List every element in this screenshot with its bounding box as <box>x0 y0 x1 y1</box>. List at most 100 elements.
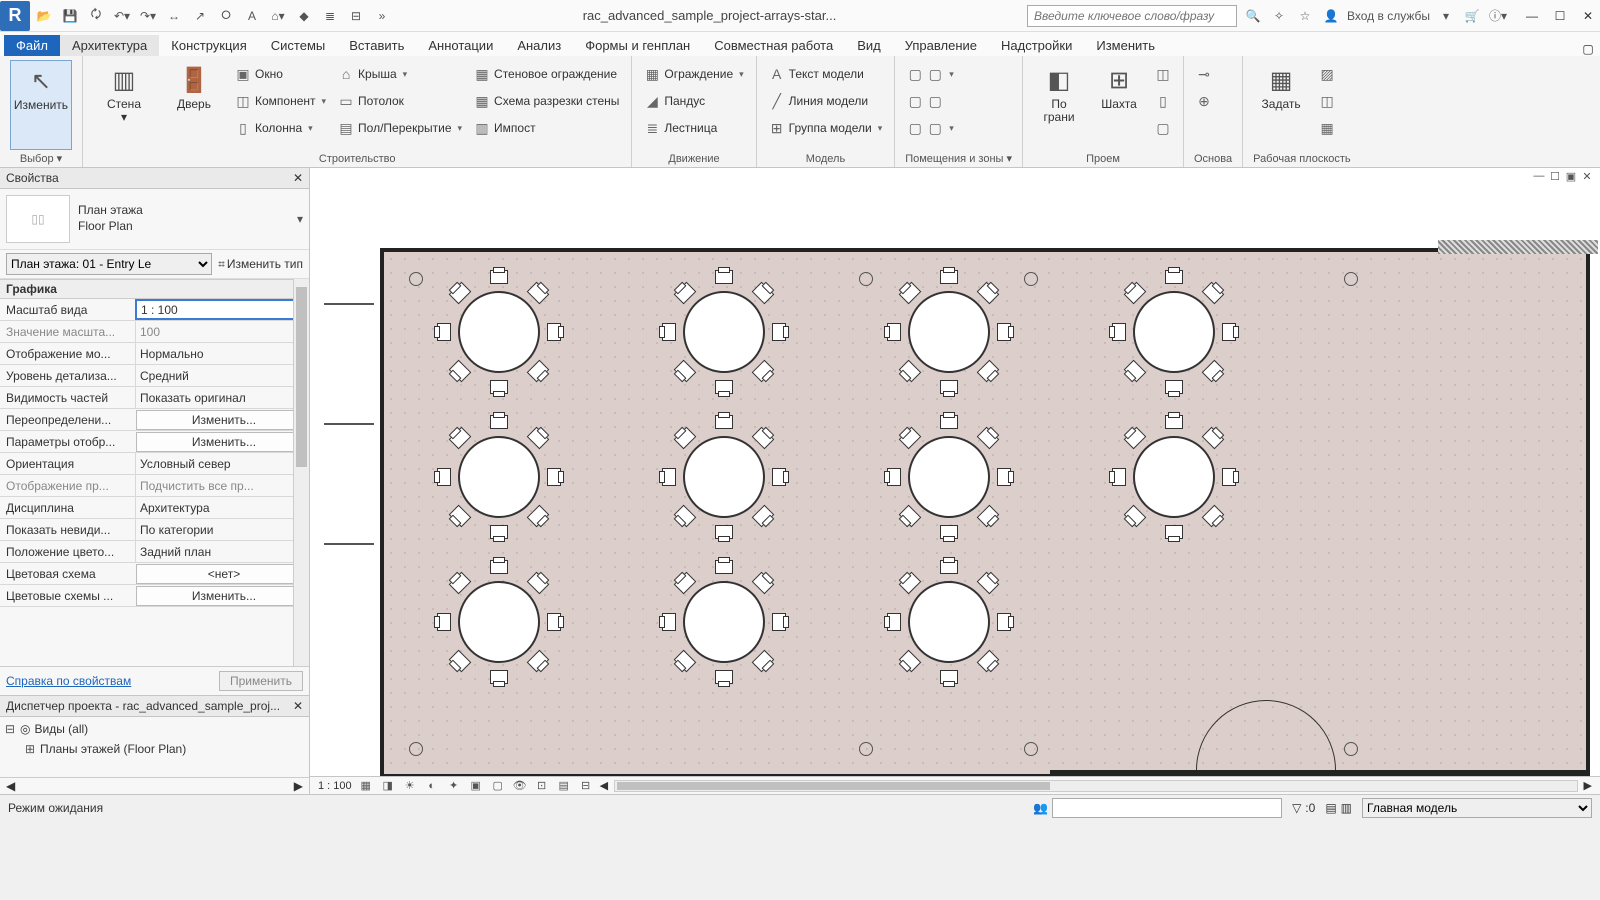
text-icon[interactable]: A <box>242 6 262 26</box>
dormer-button[interactable]: ▢ <box>1153 116 1173 140</box>
byface-button[interactable]: ◧По грани <box>1033 60 1085 151</box>
model-line-button[interactable]: ╱Линия модели <box>767 89 885 113</box>
edit-type-button[interactable]: ⌗Изменить тип <box>218 257 303 272</box>
tree-row-views[interactable]: ⊟◎Виды (all) <box>4 719 305 739</box>
tab-view[interactable]: Вид <box>845 35 893 56</box>
dimension-icon[interactable]: ⭘ <box>216 6 236 26</box>
instance-select[interactable]: План этажа: 01 - Entry Le <box>6 253 212 275</box>
editable-icon[interactable]: ▤ <box>1325 801 1336 815</box>
maximize-button[interactable]: ☐ <box>1548 5 1572 27</box>
area-button[interactable]: ▢▢ <box>905 89 956 113</box>
tab-architecture[interactable]: Архитектура <box>60 35 159 56</box>
door-button[interactable]: 🚪Дверь <box>163 60 225 151</box>
redo-icon[interactable]: ↷▾ <box>138 6 158 26</box>
wall-opening-button[interactable]: ◫ <box>1153 62 1173 86</box>
open-icon[interactable]: 📂 <box>34 6 54 26</box>
editable2-icon[interactable]: ▥ <box>1341 801 1352 815</box>
view-max-icon[interactable]: ☐ <box>1548 170 1562 184</box>
browser-right-icon[interactable]: ▶ <box>294 779 303 793</box>
filter-input[interactable] <box>1052 798 1282 818</box>
ref-plane-button[interactable]: ◫ <box>1317 89 1337 113</box>
thin-lines-icon[interactable]: ≣ <box>320 6 340 26</box>
view-close-icon[interactable]: ✕ <box>1580 170 1594 184</box>
workset-select[interactable]: Главная модель <box>1362 798 1592 818</box>
component-button[interactable]: ◫Компонент▾ <box>233 89 328 113</box>
stair-button[interactable]: ≣Лестница <box>642 116 745 140</box>
crop-show-icon[interactable]: ▢ <box>490 778 506 794</box>
3d-icon[interactable]: ⌂▾ <box>268 6 288 26</box>
sun-icon[interactable]: ☀ <box>402 778 418 794</box>
group-graphics[interactable]: Графика⌃ <box>0 279 309 299</box>
render-icon[interactable]: ✦ <box>446 778 462 794</box>
type-selector[interactable]: ▯▯ План этажа Floor Plan ▾ <box>0 189 309 250</box>
tab-modify[interactable]: Изменить <box>1084 35 1167 56</box>
reveal-icon[interactable]: ▤ <box>556 778 572 794</box>
align-icon[interactable]: ↗ <box>190 6 210 26</box>
shaft-button[interactable]: ⊞Шахта <box>1093 60 1145 151</box>
workset-icon[interactable]: 👥 <box>1033 801 1048 815</box>
modify-button[interactable]: ↖ Изменить <box>10 60 72 150</box>
window-button[interactable]: ▣Окно <box>233 62 328 86</box>
set-plane-button[interactable]: ▦Задать <box>1253 60 1309 151</box>
grid-button[interactable]: ⊕ <box>1194 89 1214 113</box>
model-group-button[interactable]: ⊞Группа модели▾ <box>767 116 885 140</box>
hscroll-left-icon[interactable]: ◀ <box>600 779 608 792</box>
properties-scrollbar[interactable] <box>293 279 309 666</box>
browser-left-icon[interactable]: ◀ <box>6 779 15 793</box>
help-icon[interactable]: ⓘ▾ <box>1488 6 1508 26</box>
key-icon[interactable]: ✧ <box>1269 6 1289 26</box>
properties-close-icon[interactable]: ✕ <box>293 171 303 185</box>
tab-massing[interactable]: Формы и генплан <box>573 35 702 56</box>
wall-button[interactable]: ▥Стена▾ <box>93 60 155 151</box>
level-button[interactable]: ⊸ <box>1194 62 1214 86</box>
unhide-icon[interactable]: 👁 <box>512 778 528 794</box>
tab-insert[interactable]: Вставить <box>337 35 416 56</box>
mullion-button[interactable]: ▥Импост <box>472 116 621 140</box>
tab-annotate[interactable]: Аннотации <box>416 35 505 56</box>
user-icon[interactable]: 👤 <box>1321 6 1341 26</box>
panel-rooms-title[interactable]: Помещения и зоны ▾ <box>905 150 1012 165</box>
curtain-wall-button[interactable]: ▦Стеновое ограждение <box>472 62 621 86</box>
horizontal-scrollbar[interactable] <box>614 780 1577 792</box>
binoculars-icon[interactable]: 🔍 <box>1243 6 1263 26</box>
star-icon[interactable]: ☆ <box>1295 6 1315 26</box>
ramp-button[interactable]: ◢Пандус <box>642 89 745 113</box>
search-input[interactable] <box>1027 5 1237 27</box>
signin-label[interactable]: Вход в службы <box>1347 6 1430 26</box>
constraints-icon[interactable]: ⊟ <box>578 778 594 794</box>
tab-manage[interactable]: Управление <box>893 35 989 56</box>
ribbon-min-icon[interactable]: ▢ <box>1576 42 1600 56</box>
temp-icon[interactable]: ⊡ <box>534 778 550 794</box>
tab-collaborate[interactable]: Совместная работа <box>702 35 845 56</box>
tab-systems[interactable]: Системы <box>259 35 337 56</box>
tab-file[interactable]: Файл <box>4 35 60 56</box>
cart-icon[interactable]: 🛒 <box>1462 6 1482 26</box>
detail-icon[interactable]: ▦ <box>358 778 374 794</box>
measure-icon[interactable]: ↔ <box>164 6 184 26</box>
close-views-icon[interactable]: ⊟ <box>346 6 366 26</box>
model-text-button[interactable]: AТекст модели <box>767 62 885 86</box>
save-icon[interactable]: 💾 <box>60 6 80 26</box>
tree-row-floorplans[interactable]: ⊞Планы этажей (Floor Plan) <box>4 739 305 759</box>
hscroll-right-icon[interactable]: ▶ <box>1584 779 1592 792</box>
vertical-button[interactable]: ▯ <box>1153 89 1173 113</box>
properties-help-link[interactable]: Справка по свойствам <box>6 674 131 688</box>
project-browser-close-icon[interactable]: ✕ <box>293 699 303 713</box>
curtain-grid-button[interactable]: ▦Схема разрезки стены <box>472 89 621 113</box>
tab-analyze[interactable]: Анализ <box>505 35 573 56</box>
view-min-icon[interactable]: — <box>1532 170 1546 184</box>
floor-button[interactable]: ▤Пол/Перекрытие▾ <box>336 116 464 140</box>
tab-structure[interactable]: Конструкция <box>159 35 258 56</box>
minimize-button[interactable]: — <box>1520 5 1544 27</box>
column-button[interactable]: ▯Колонна▾ <box>233 116 328 140</box>
scale-label[interactable]: 1 : 100 <box>318 780 352 792</box>
panel-select-title[interactable]: Выбор ▾ <box>10 150 72 165</box>
sync-icon[interactable]: 🗘 <box>86 6 106 26</box>
crop-icon[interactable]: ▣ <box>468 778 484 794</box>
type-dropdown-icon[interactable]: ▾ <box>297 212 303 226</box>
tag-button[interactable]: ▢▢▾ <box>905 116 956 140</box>
apply-button[interactable]: Применить <box>219 671 303 691</box>
section-icon[interactable]: ◆ <box>294 6 314 26</box>
tab-addins[interactable]: Надстройки <box>989 35 1084 56</box>
visual-style-icon[interactable]: ◨ <box>380 778 396 794</box>
